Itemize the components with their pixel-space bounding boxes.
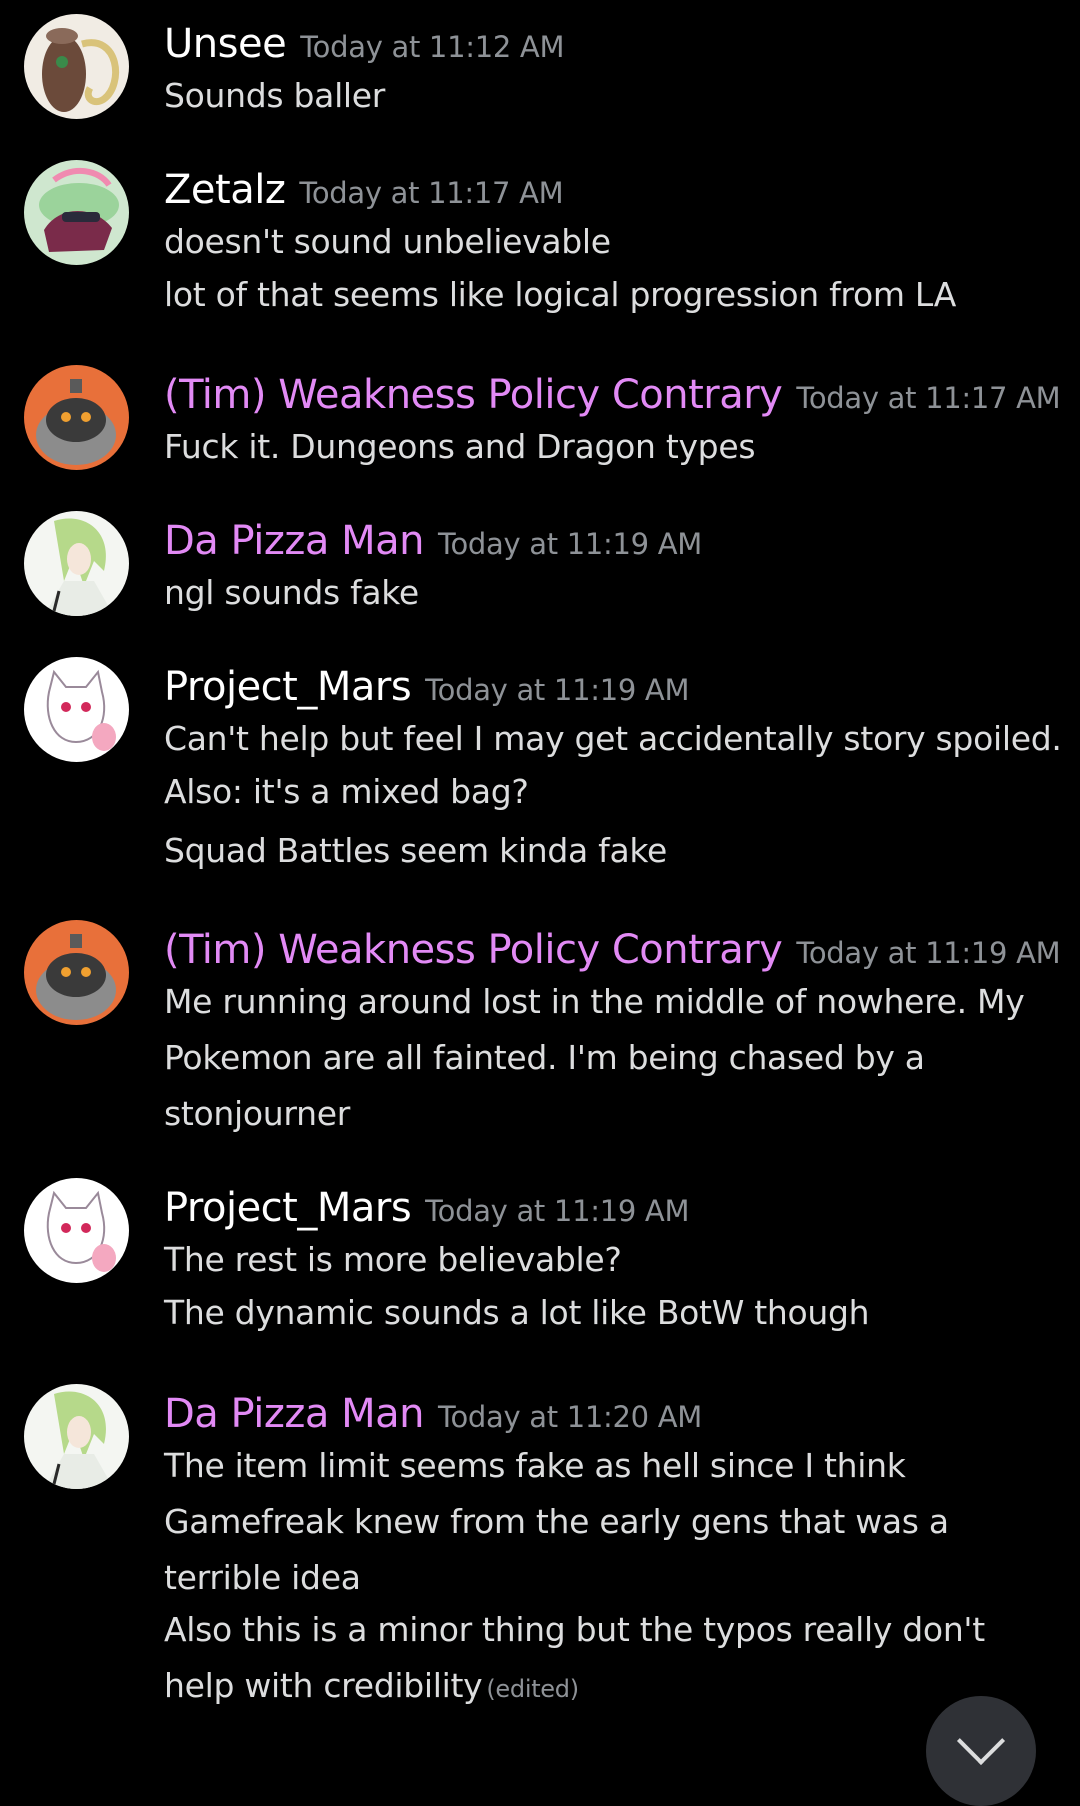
message-text: terrible idea — [164, 1558, 361, 1597]
message-text: doesn't sound unbelievable — [164, 222, 611, 261]
message-header: (Tim) Weakness Policy Contrary Today at 1… — [164, 365, 1064, 425]
message-text: Fuck it. Dungeons and Dragon types — [164, 427, 756, 466]
message-text: Also: it's a mixed bag? — [164, 772, 529, 811]
username[interactable]: (Tim) Weakness Policy Contrary — [164, 927, 783, 973]
username[interactable]: Project_Mars — [164, 664, 412, 710]
username[interactable]: Da Pizza Man — [164, 518, 424, 564]
tentacle-creature-avatar-icon — [24, 160, 129, 265]
green-haired-character-avatar-icon — [24, 511, 129, 616]
username[interactable]: (Tim) Weakness Policy Contrary — [164, 372, 783, 418]
message-text: The rest is more believable? — [164, 1240, 622, 1279]
timestamp: Today at 11:19 AM — [425, 673, 690, 707]
avatar[interactable] — [24, 160, 129, 265]
pumpkin-pokemon-avatar-icon — [24, 365, 129, 470]
timestamp: Today at 11:17 AM — [796, 381, 1061, 415]
message-text: Sounds baller — [164, 76, 386, 115]
message-header: Da Pizza Man Today at 11:19 AM — [164, 511, 1064, 571]
avatar[interactable] — [24, 920, 129, 1025]
avatar[interactable] — [24, 511, 129, 616]
chevron-down-icon — [956, 1716, 1006, 1766]
timestamp: Today at 11:12 AM — [300, 30, 565, 64]
message-text: Can't help but feel I may get accidental… — [164, 719, 1062, 758]
message-text: ngl sounds fake — [164, 573, 419, 612]
timestamp: Today at 11:20 AM — [437, 1400, 702, 1434]
username[interactable]: Unsee — [164, 21, 287, 67]
username[interactable]: Zetalz — [164, 167, 286, 213]
avatar[interactable] — [24, 14, 129, 119]
message-text: stonjourner — [164, 1094, 350, 1133]
message-header: Project_Mars Today at 11:19 AM — [164, 657, 1064, 717]
message-header: (Tim) Weakness Policy Contrary Today at 1… — [164, 920, 1064, 980]
message-text: lot of that seems like logical progressi… — [164, 275, 957, 314]
edited-label: (edited) — [486, 1675, 579, 1703]
pokemon-trunk-avatar-icon — [24, 14, 129, 119]
message-text: Also this is a minor thing but the typos… — [164, 1610, 985, 1649]
message-header: Project_Mars Today at 11:19 AM — [164, 1178, 1064, 1238]
white-cat-creature-avatar-icon — [24, 1178, 129, 1283]
message-text: Gamefreak knew from the early gens that … — [164, 1502, 949, 1541]
message-text-edited: help with credibility (edited) — [164, 1666, 579, 1705]
jump-to-present-button[interactable] — [926, 1696, 1036, 1806]
timestamp: Today at 11:17 AM — [299, 176, 564, 210]
avatar[interactable] — [24, 657, 129, 762]
username[interactable]: Da Pizza Man — [164, 1391, 424, 1437]
timestamp: Today at 11:19 AM — [437, 527, 702, 561]
message-text: The dynamic sounds a lot like BotW thoug… — [164, 1293, 870, 1332]
avatar[interactable] — [24, 1384, 129, 1489]
username[interactable]: Project_Mars — [164, 1185, 412, 1231]
message-text: Pokemon are all fainted. I'm being chase… — [164, 1038, 925, 1077]
message-header: Unsee Today at 11:12 AM — [164, 14, 1064, 74]
message-text: Squad Battles seem kinda fake — [164, 831, 668, 870]
message-header: Da Pizza Man Today at 11:20 AM — [164, 1384, 1064, 1444]
timestamp: Today at 11:19 AM — [425, 1194, 690, 1228]
white-cat-creature-avatar-icon — [24, 657, 129, 762]
green-haired-character-avatar-icon — [24, 1384, 129, 1489]
message-header: Zetalz Today at 11:17 AM — [164, 160, 1064, 220]
avatar[interactable] — [24, 1178, 129, 1283]
pumpkin-pokemon-avatar-icon — [24, 920, 129, 1025]
timestamp: Today at 11:19 AM — [796, 936, 1061, 970]
message-text: Me running around lost in the middle of … — [164, 982, 1025, 1021]
message-text: help with credibility — [164, 1666, 483, 1705]
avatar[interactable] — [24, 365, 129, 470]
message-text: The item limit seems fake as hell since … — [164, 1446, 906, 1485]
